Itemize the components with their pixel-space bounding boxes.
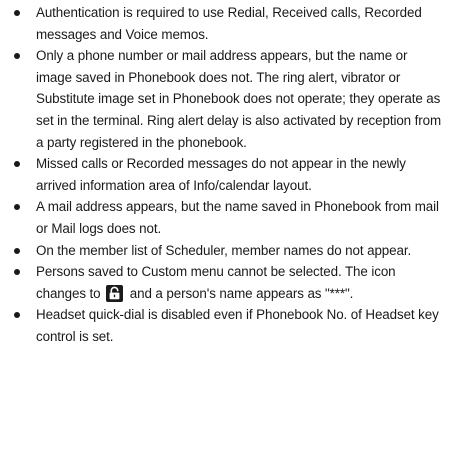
bullet	[14, 161, 20, 168]
note-text: Headset quick-dial is disabled even if P…	[36, 307, 439, 344]
restriction-notes-list: Authentication is required to use Redial…	[14, 2, 446, 348]
note-phonebook-name: Only a phone number or mail address appe…	[14, 45, 446, 153]
note-mail-address: A mail address appears, but the name sav…	[14, 196, 446, 239]
bullet	[14, 269, 20, 276]
note-text-after-icon: and a person's name appears as "***".	[129, 285, 354, 301]
note-text: A mail address appears, but the name sav…	[36, 199, 439, 236]
bullet	[14, 204, 20, 211]
note-missed-calls: Missed calls or Recorded messages do not…	[14, 153, 446, 196]
note-text: Authentication is required to use Redial…	[36, 5, 422, 42]
bullet	[14, 247, 20, 254]
note-text: Missed calls or Recorded messages do not…	[36, 156, 406, 193]
lock-icon	[106, 284, 124, 302]
note-authentication: Authentication is required to use Redial…	[14, 2, 446, 45]
note-custom-menu: Persons saved to Custom menu cannot be s…	[14, 261, 446, 304]
note-text: On the member list of Scheduler, member …	[36, 242, 412, 258]
note-headset: Headset quick-dial is disabled even if P…	[14, 304, 446, 347]
note-text: Only a phone number or mail address appe…	[36, 48, 442, 150]
bullet	[14, 312, 20, 319]
bullet	[14, 10, 20, 16]
note-scheduler: On the member list of Scheduler, member …	[14, 240, 446, 262]
bullet	[14, 53, 20, 60]
